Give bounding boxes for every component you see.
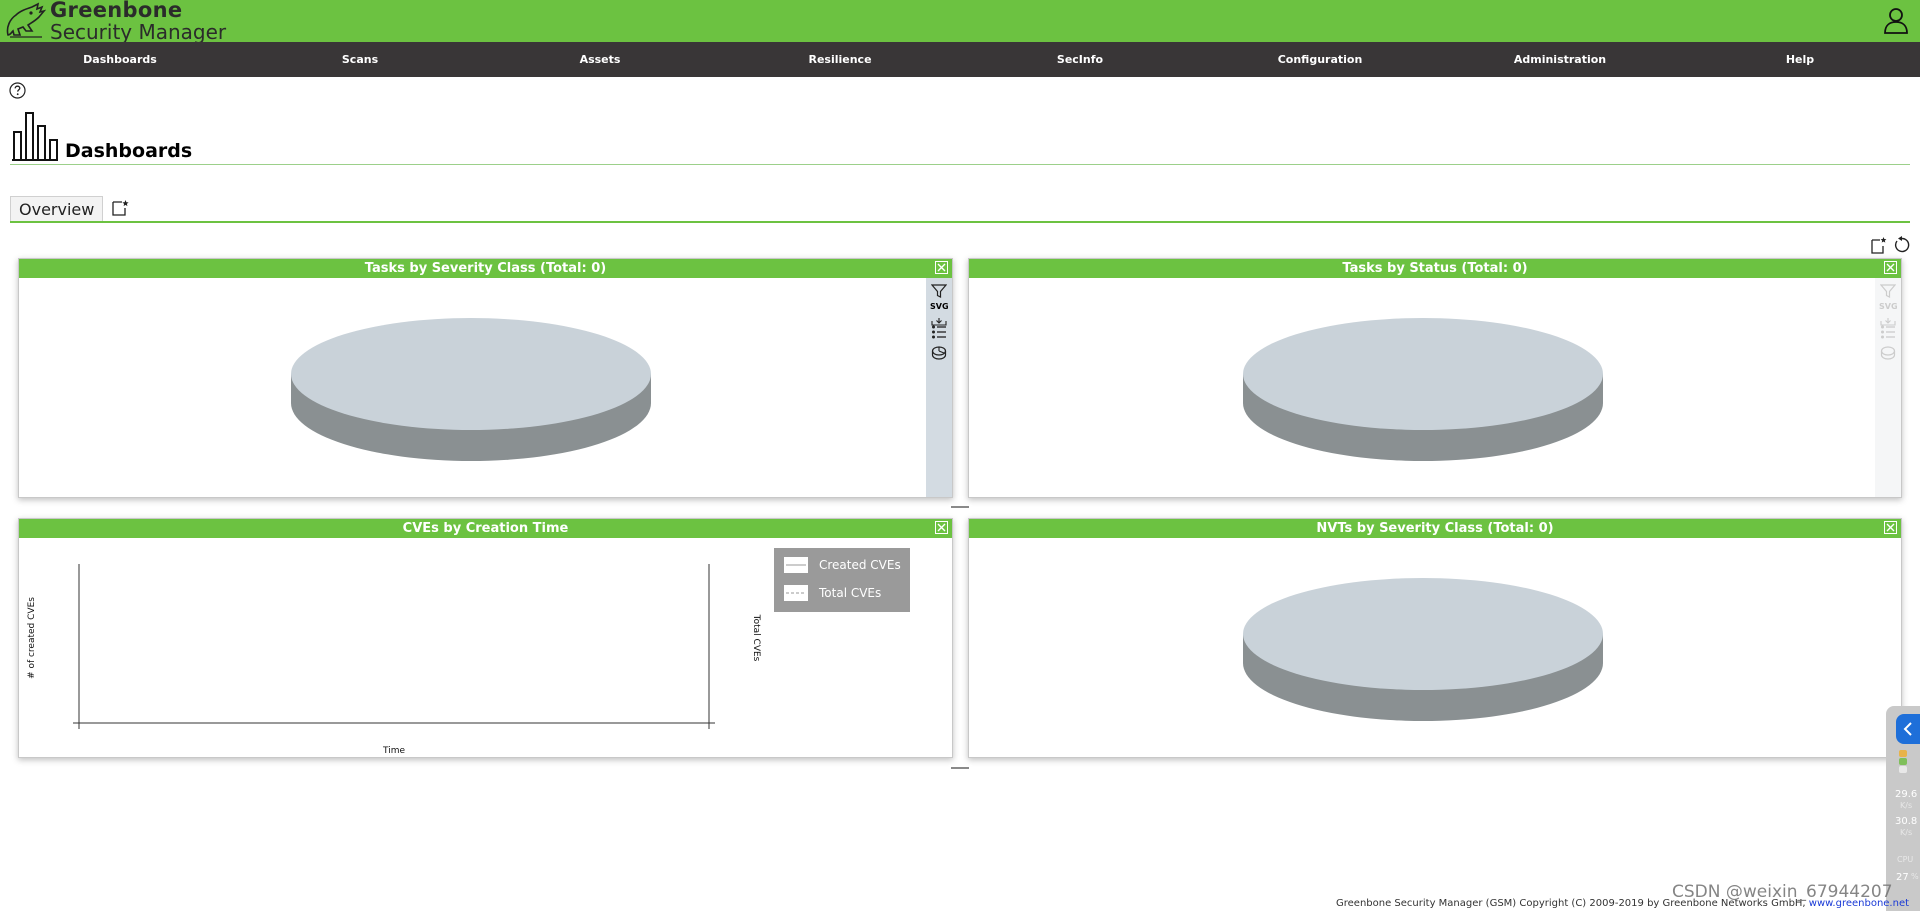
reset-dashboard-icon[interactable] bbox=[1893, 236, 1911, 254]
menu-dashboards[interactable]: Dashboards bbox=[0, 42, 240, 77]
panel-title: CVEs by Creation Time bbox=[402, 521, 569, 536]
panel-body: SVG bbox=[19, 278, 952, 497]
panel-header[interactable]: Tasks by Status (Total: 0) bbox=[969, 259, 1901, 278]
toggle-3d-icon[interactable] bbox=[931, 344, 947, 360]
menu-resilience[interactable]: Resilience bbox=[720, 42, 960, 77]
cpu-unit: % bbox=[1911, 872, 1919, 881]
filter-icon[interactable] bbox=[931, 283, 947, 299]
panel-body bbox=[969, 538, 1901, 757]
panel-body: Time # of created CVEs Total CVEs Create… bbox=[19, 538, 952, 757]
download-svg-icon[interactable]: SVG bbox=[930, 302, 949, 326]
panel-tasks-by-status: Tasks by Status (Total: 0) SVG bbox=[968, 258, 1902, 498]
chart-toolbar: SVG bbox=[926, 278, 952, 497]
legend-total-cves: Total CVEs bbox=[818, 586, 881, 600]
menu-scans[interactable]: Scans bbox=[240, 42, 480, 77]
upload-speed: 29.6 bbox=[1895, 789, 1918, 800]
panel-title: Tasks by Severity Class (Total: 0) bbox=[364, 261, 607, 276]
download-svg-icon[interactable]: SVG bbox=[1879, 302, 1898, 326]
empty-pie-chart bbox=[1243, 318, 1603, 461]
main-menu: Dashboards Scans Assets Resilience SecIn… bbox=[0, 42, 1920, 77]
toggle-3d-icon[interactable] bbox=[1880, 344, 1896, 360]
upload-unit: K/s bbox=[1900, 801, 1913, 810]
cpu-label: CPU bbox=[1897, 855, 1914, 864]
logo-subtitle: Security Manager bbox=[50, 20, 227, 44]
app-header: Greenbone Security Manager bbox=[0, 0, 1920, 42]
watermark: CSDN @weixin_67944207 bbox=[1672, 882, 1893, 902]
user-menu-icon[interactable] bbox=[1882, 6, 1910, 36]
close-icon[interactable] bbox=[935, 521, 948, 534]
panel-tasks-by-severity: Tasks by Severity Class (Total: 0) SVG bbox=[18, 258, 953, 498]
title-divider bbox=[10, 164, 1910, 165]
svg-label: SVG bbox=[1879, 302, 1898, 311]
greenbone-dino-icon bbox=[6, 2, 46, 38]
collapse-arrow-icon[interactable] bbox=[1896, 714, 1920, 744]
dashboard-tabs: Overview bbox=[10, 196, 1910, 222]
cpu-value: 27 bbox=[1896, 872, 1909, 883]
panel-cves-by-creation-time: CVEs by Creation Time Time # of created … bbox=[18, 518, 953, 758]
legend-list-icon[interactable] bbox=[1880, 324, 1896, 340]
download-speed: 30.8 bbox=[1895, 816, 1918, 827]
menu-help[interactable]: Help bbox=[1680, 42, 1920, 77]
panel-header[interactable]: NVTs by Severity Class (Total: 0) bbox=[969, 519, 1901, 538]
tabs-divider bbox=[10, 221, 1910, 223]
row-resize-handle[interactable] bbox=[951, 767, 969, 769]
line-chart: Time # of created CVEs Total CVEs Create… bbox=[27, 548, 910, 756]
svg-label: SVG bbox=[930, 302, 949, 311]
legend-created-cves: Created CVEs bbox=[819, 558, 901, 572]
legend-list-icon[interactable] bbox=[931, 324, 947, 340]
menu-secinfo[interactable]: SecInfo bbox=[960, 42, 1200, 77]
close-icon[interactable] bbox=[1884, 261, 1897, 274]
help-icon[interactable] bbox=[9, 82, 26, 99]
panel-nvts-by-severity: NVTs by Severity Class (Total: 0) bbox=[968, 518, 1902, 758]
filter-icon[interactable] bbox=[1880, 283, 1896, 299]
y-axis-left-label: # of created CVEs bbox=[27, 597, 37, 679]
monitor-status-icon bbox=[1899, 750, 1907, 773]
menu-assets[interactable]: Assets bbox=[480, 42, 720, 77]
close-icon[interactable] bbox=[1884, 521, 1897, 534]
menu-configuration[interactable]: Configuration bbox=[1200, 42, 1440, 77]
menu-administration[interactable]: Administration bbox=[1440, 42, 1680, 77]
panel-title: NVTs by Severity Class (Total: 0) bbox=[1316, 521, 1554, 536]
y-axis-right-label: Total CVEs bbox=[751, 614, 761, 662]
new-dashboard-icon[interactable] bbox=[111, 199, 129, 217]
add-display-icon[interactable] bbox=[1871, 236, 1887, 254]
chart-legend: Created CVEs Total CVEs bbox=[774, 548, 910, 612]
row-resize-handle[interactable] bbox=[951, 506, 969, 508]
panel-body: SVG bbox=[969, 278, 1901, 497]
page-header: Dashboards bbox=[10, 110, 1910, 166]
logo-title: Greenbone bbox=[50, 0, 183, 22]
empty-pie-chart bbox=[1243, 578, 1603, 721]
tab-overview[interactable]: Overview bbox=[10, 196, 104, 222]
panel-title: Tasks by Status (Total: 0) bbox=[1342, 261, 1528, 276]
dashboard-chart-icon bbox=[12, 112, 58, 161]
close-icon[interactable] bbox=[935, 261, 948, 274]
panel-header[interactable]: CVEs by Creation Time bbox=[19, 519, 952, 538]
logo[interactable]: Greenbone Security Manager bbox=[4, 0, 226, 42]
panel-header[interactable]: Tasks by Severity Class (Total: 0) bbox=[19, 259, 952, 278]
chart-toolbar: SVG bbox=[1875, 278, 1901, 497]
x-axis-label: Time bbox=[382, 746, 405, 756]
system-monitor-widget[interactable]: 29.6 K/s 30.8 K/s CPU 27 % bbox=[1886, 706, 1920, 911]
download-unit: K/s bbox=[1900, 828, 1913, 837]
empty-pie-chart bbox=[291, 318, 651, 461]
page-title: Dashboards bbox=[65, 140, 193, 162]
